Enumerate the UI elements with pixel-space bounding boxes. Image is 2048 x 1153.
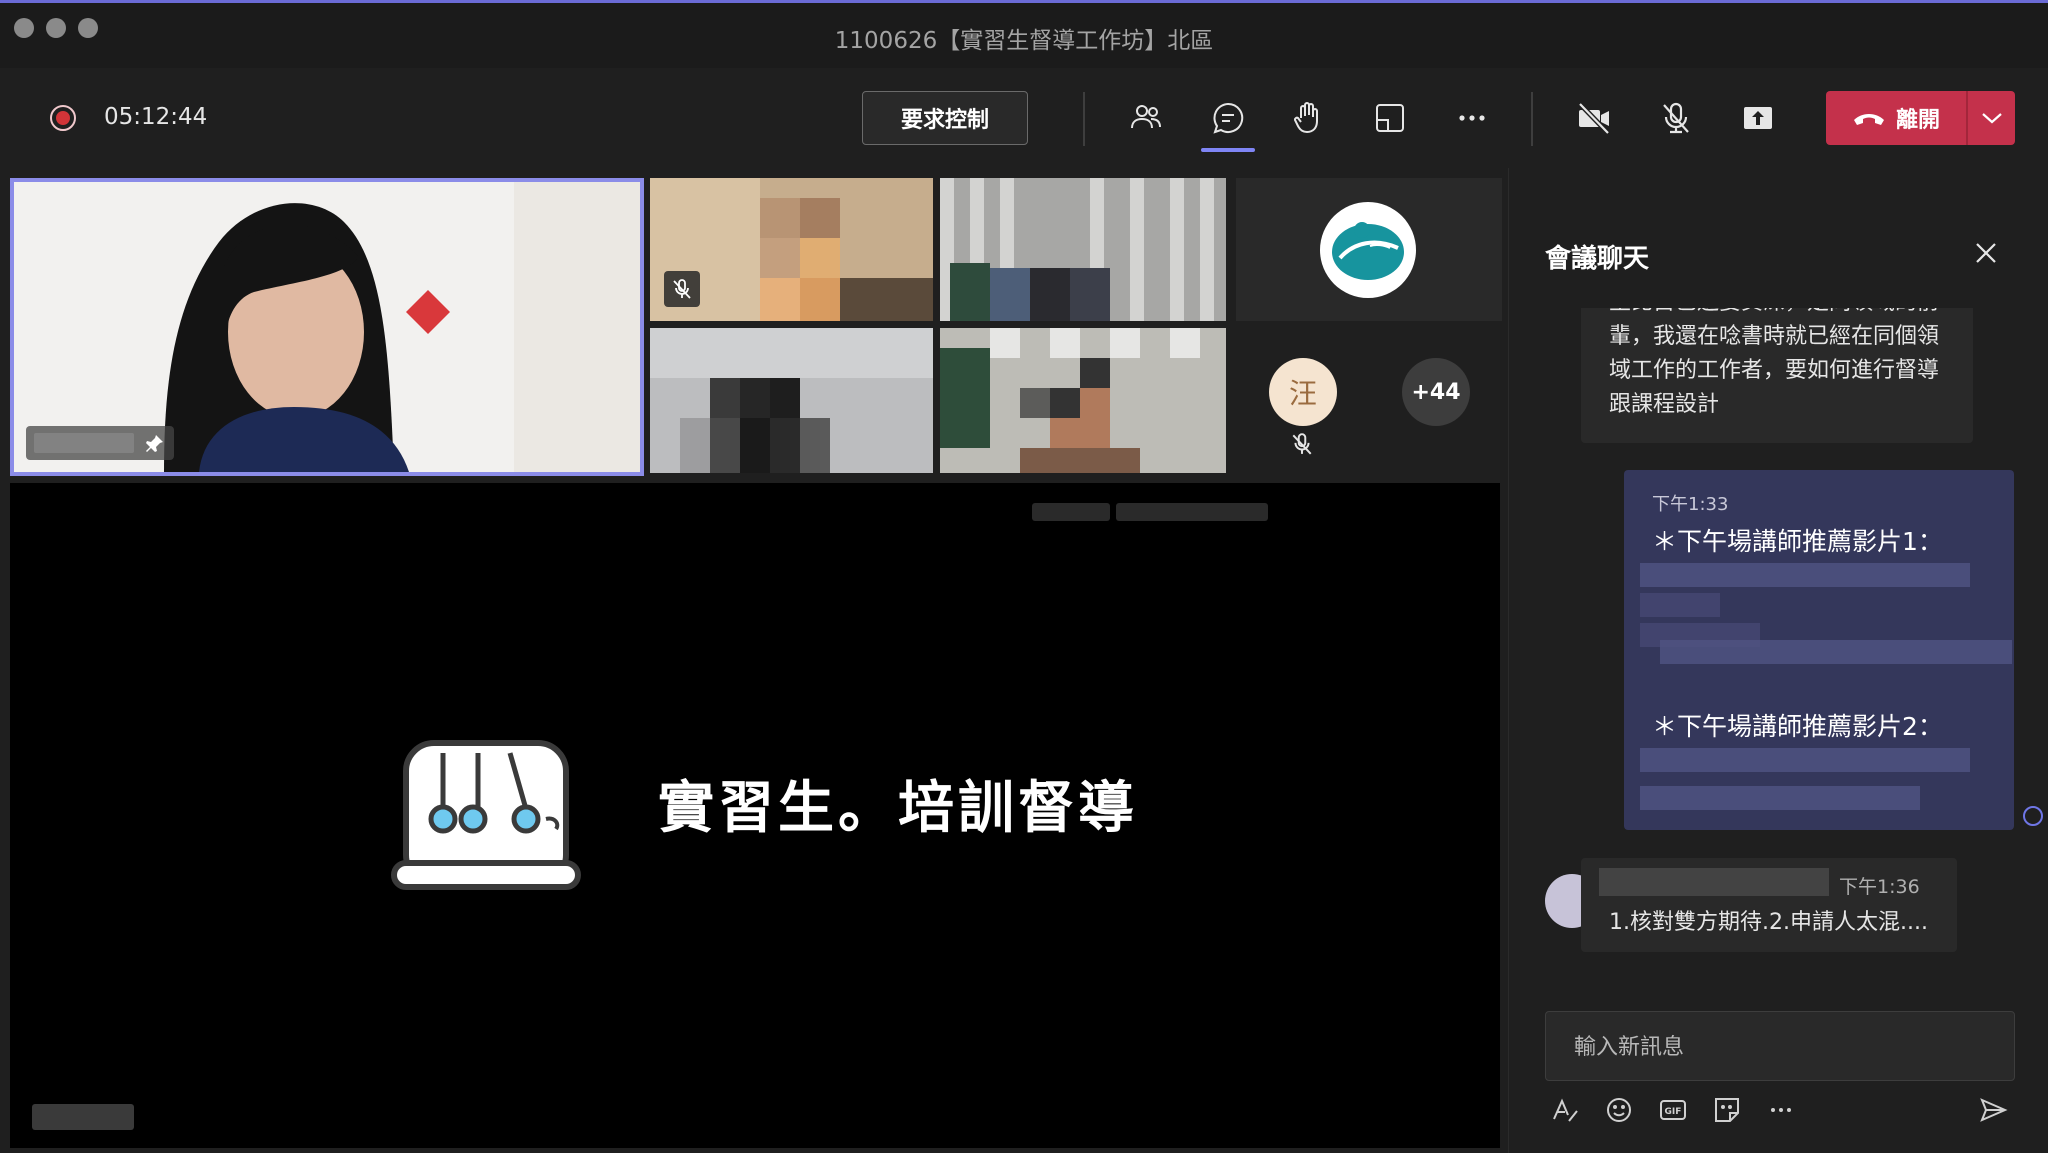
participant-video-tile[interactable]: [940, 328, 1226, 473]
toolbar-divider: [1531, 92, 1533, 146]
meeting-toolbar: 05:12:44 要求控制 離開: [0, 68, 2048, 168]
chat-message[interactable]: 下午1:36 1.核對雙方期待.2.申請人太混....: [1581, 858, 1957, 952]
leave-button-group: 離開: [1826, 91, 2015, 145]
share-icon: [1744, 107, 1772, 129]
chat-panel-title: 會議聊天: [1545, 244, 1650, 274]
muted-indicator: [664, 271, 700, 307]
sender-name-redacted: [1599, 868, 1829, 896]
redacted-link: [1660, 640, 2012, 664]
mic-off-icon: [673, 279, 691, 299]
breakout-rooms-icon: [1376, 104, 1404, 132]
redacted-link: [1640, 748, 1970, 772]
phone-hangup-icon: [1853, 114, 1884, 125]
leave-button[interactable]: 離開: [1826, 91, 1966, 145]
participants-button[interactable]: [1124, 96, 1168, 140]
gif-icon: GIF: [1660, 1100, 1686, 1120]
more-options-button[interactable]: [1763, 1092, 1799, 1128]
svg-text:GIF: GIF: [1665, 1107, 1682, 1117]
pinned-participant-label: [26, 426, 174, 460]
format-icon: [1553, 1098, 1578, 1122]
share-content-button[interactable]: [1736, 96, 1780, 140]
organization-logo-icon: [1332, 222, 1404, 280]
mic-toggle-button[interactable]: [1654, 96, 1698, 140]
redacted-link: [1640, 563, 1970, 587]
send-button[interactable]: [1975, 1092, 2011, 1128]
participant-video-tile[interactable]: [650, 328, 933, 473]
organization-logo-tile[interactable]: [1236, 178, 1502, 321]
participant-avatar: 汪: [1269, 358, 1337, 426]
redacted-link: [1640, 593, 1720, 617]
chat-message-text: 主比占已還要資深，是同領域的前輩，我還在唸書時就已經在同個領域工作的工作者，要如…: [1609, 308, 1940, 417]
mic-off-icon: [1292, 433, 1312, 455]
my-chat-message[interactable]: 下午1:33 ＊下午場講師推薦影片1： ＊下午場講師推薦影片2：: [1624, 470, 2014, 830]
shared-playback-controls: [1032, 503, 1268, 521]
newton-cradle-icon: [391, 740, 581, 890]
sticker-button[interactable]: [1709, 1092, 1745, 1128]
participant-video: [940, 328, 1226, 473]
presenter-name-redacted: [32, 1104, 134, 1130]
participant-video-tile[interactable]: [940, 178, 1226, 321]
shared-screen: 實習生。培訓督導: [10, 483, 1500, 1148]
rooms-button[interactable]: [1368, 96, 1412, 140]
participant-video: [650, 328, 933, 473]
format-button[interactable]: [1547, 1092, 1583, 1128]
chat-message-text: 1.核對雙方期待.2.申請人太混....: [1609, 910, 1928, 935]
raise-hand-button[interactable]: [1286, 96, 1330, 140]
participant-video: [940, 178, 1226, 321]
window-title: 1100626【實習生督導工作坊】北區: [834, 28, 1214, 54]
recording-icon: [50, 105, 76, 131]
leave-label: 離開: [1895, 108, 1940, 133]
toolbar-divider: [1083, 92, 1085, 146]
meeting-stage: 汪 +44 實習生。培訓督導: [0, 168, 1508, 1153]
message-timestamp: 下午1:33: [1652, 494, 1729, 515]
pinned-video-tile[interactable]: [10, 178, 644, 476]
request-control-button[interactable]: 要求控制: [862, 91, 1028, 145]
chat-message-text: ＊下午場講師推薦影片2：: [1652, 712, 1943, 741]
people-icon: [1131, 105, 1161, 129]
chat-active-indicator: [1201, 148, 1255, 152]
message-input[interactable]: [1572, 1012, 1996, 1082]
chevron-down-icon: [1981, 113, 2002, 124]
chat-message-text: ＊下午場講師推薦影片1：: [1652, 527, 1943, 556]
meeting-timer: 05:12:44: [104, 104, 208, 130]
camera-toggle-button[interactable]: [1572, 96, 1616, 140]
pin-icon[interactable]: [144, 432, 166, 454]
close-icon[interactable]: [1971, 238, 2001, 268]
message-timestamp: 下午1:36: [1839, 876, 1920, 898]
more-participants-count: +44: [1402, 358, 1470, 426]
participant-avatar-tile[interactable]: 汪: [1236, 328, 1369, 473]
mic-off-icon: [1663, 102, 1689, 134]
more-actions-button[interactable]: [1450, 96, 1494, 140]
sticker-icon: [1715, 1098, 1739, 1122]
hand-icon: [1294, 102, 1318, 134]
emoji-icon: [1607, 1098, 1631, 1122]
camera-off-icon: [1578, 102, 1610, 135]
shared-slide-title: 實習生。培訓督導: [658, 776, 1138, 841]
chat-icon: [1213, 102, 1244, 134]
emoji-button[interactable]: [1601, 1092, 1637, 1128]
more-participants-tile[interactable]: +44: [1369, 328, 1502, 473]
more-icon: [1459, 115, 1485, 121]
compose-box: [1545, 1011, 2015, 1082]
redacted-link: [1640, 786, 1920, 810]
read-receipt-icon: [2023, 806, 2043, 826]
chat-button[interactable]: [1206, 96, 1250, 140]
gif-button[interactable]: GIF: [1655, 1092, 1691, 1128]
meeting-chat-panel: 會議聊天 主比占已還要資深，是同領域的前輩，我還在唸書時就已經在同個領域工作的工…: [1508, 168, 2048, 1153]
send-icon: [1980, 1098, 2008, 1122]
chat-message: 主比占已還要資深，是同領域的前輩，我還在唸書時就已經在同個領域工作的工作者，要如…: [1581, 308, 1981, 443]
participant-video-tile[interactable]: [650, 178, 933, 321]
chat-message-bubble: 主比占已還要資深，是同領域的前輩，我還在唸書時就已經在同個領域工作的工作者，要如…: [1581, 308, 1973, 443]
organization-logo: [1320, 202, 1416, 298]
title-bar: 1100626【實習生督導工作坊】北區: [0, 0, 2048, 68]
participant-name-redacted: [34, 433, 134, 453]
more-icon: [1771, 1108, 1791, 1112]
leave-options-button[interactable]: [1968, 91, 2015, 145]
